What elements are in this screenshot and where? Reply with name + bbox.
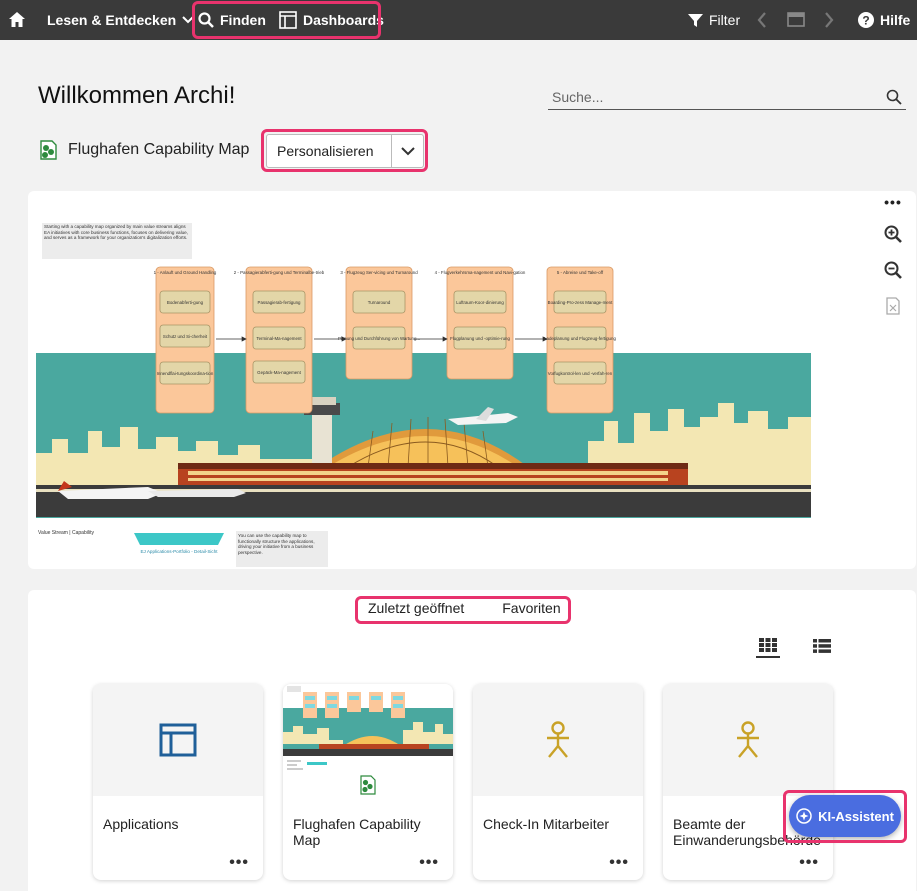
zoom-in-icon[interactable] [884,225,902,243]
ai-assistant-button[interactable]: KI-Assistent [789,795,901,837]
person-icon [737,721,759,758]
capability-map-icon [40,140,57,160]
capability-label: Bodenabferti-gung [167,300,204,305]
stream-title: 1 - Anlauft und Ground Handling [154,270,217,275]
capability-label: Ladeplanung und Flugzeug-fertigung [544,336,616,341]
window-icon[interactable] [787,12,805,32]
home-icon[interactable] [8,11,26,33]
svg-text:?: ? [862,14,869,28]
dashboard-title: Flughafen Capability Map [68,141,250,158]
help-icon: ? [858,12,874,28]
capability-map-canvas[interactable]: Starting with a capability map organized… [28,191,916,569]
view-toggle [756,634,834,658]
help-button[interactable]: ? Hilfe [858,12,910,28]
person-icon [547,721,569,758]
help-button-label: Hilfe [880,12,911,28]
dashboards-button[interactable]: Dashboards [279,11,384,29]
capability-label: Boarding-Pro-zess Manage-ment [548,300,613,305]
map-legend: Value Stream | Capability [38,530,94,536]
capability-label: Passagierab-fertigung [258,300,302,305]
grid-icon [759,638,777,652]
card-thumbnail [473,684,643,796]
chevron-left-icon[interactable] [757,12,767,33]
more-options-icon[interactable]: ••• [799,854,819,872]
top-navigation-bar: Lesen & Entdecken Finden Dashboards Filt… [0,0,917,40]
card-check-in-mitarbeiter[interactable]: Check-In Mitarbeiter ••• [473,684,643,880]
stream-title: 2 - Passagierabferti-gung und Terminalbe… [234,270,325,275]
chevron-right-icon[interactable] [824,12,834,33]
filter-button[interactable]: Filter [688,12,740,28]
sparkle-icon [796,808,812,824]
capability-label: Flugplanung und -optimie-rung [450,336,510,341]
fit-to-page-icon[interactable] [885,297,901,315]
search-icon [198,12,214,28]
card-thumbnail [93,684,263,796]
portfolio-link[interactable]: EJ Applications-Portfolio - Detail-Sicht [140,549,218,554]
dashboard-layout-icon [279,11,297,29]
capability-map-panel: Starting with a capability map organized… [28,191,916,569]
more-options-icon[interactable]: ••• [884,195,902,209]
capability-label: Turnaround [368,300,391,305]
more-options-icon[interactable]: ••• [419,854,439,872]
capability-label: Gepäck-Ma-nagement [257,370,301,375]
list-view-button[interactable] [810,634,834,658]
explore-menu[interactable]: Lesen & Entdecken [47,12,194,28]
map-note-text: You can use the capability map to functi… [238,533,315,555]
search-box [548,84,906,110]
chevron-down-icon[interactable] [391,135,423,167]
tab-favorites[interactable]: Favoriten [502,600,560,616]
zoom-out-icon[interactable] [884,261,902,279]
filter-button-label: Filter [709,12,741,28]
capability-label: Vorfugkontrol-len und -verfah-ren [548,371,613,376]
list-icon [813,639,831,653]
find-button-label: Finden [220,12,266,28]
capability-label: Innendflai-tungskoordina-tion [157,371,214,376]
map-toolbar: ••• [880,191,906,315]
capability-label: Luftraum-Koor-dinierung [456,300,504,305]
recent-tabs: Zuletzt geöffnet Favoriten [368,600,561,616]
capability-label: Schutz und Si-cherheit [163,334,208,339]
map-intro-text: Starting with a capability map organized… [44,224,189,241]
search-icon[interactable] [886,89,902,105]
dashboard-layout-icon [159,723,197,757]
dashboard-header: Flughafen Capability Map [38,140,249,160]
card-flughafen-capability-map[interactable]: Flughafen Capability Map ••• [283,684,453,880]
card-title: Flughafen Capability Map [293,816,421,848]
ai-assistant-label: KI-Assistent [818,808,894,824]
grid-view-button[interactable] [756,634,780,658]
chevron-down-icon [182,16,194,24]
page-title: Willkommen Archi! [38,82,236,109]
tab-recently-opened[interactable]: Zuletzt geöffnet [368,600,464,616]
card-applications[interactable]: Applications ••• [93,684,263,880]
personalize-label: Personalisieren [277,143,374,159]
filter-icon [688,13,703,27]
more-options-icon[interactable]: ••• [229,854,249,872]
stream-title: 5 - Abreise und Take-off [557,270,604,275]
more-options-icon[interactable]: ••• [609,854,629,872]
card-title: Applications [103,816,179,832]
capability-label: Planung und Durchführung von Wartung... [338,336,420,341]
personalize-dropdown[interactable]: Personalisieren [266,134,424,168]
stream-title: 3 - Flugzeug Ser-vicing und Turnaround [340,270,418,275]
explore-menu-label: Lesen & Entdecken [47,12,177,28]
stream-title: 4 - Flugverkehrsma-nagement und Navi-gat… [435,270,526,275]
capability-map-thumbnail [283,686,453,795]
capability-label: Terminal-Ma-nagement [256,336,302,341]
card-title: Check-In Mitarbeiter [483,816,610,832]
find-button[interactable]: Finden [198,12,266,28]
search-input[interactable] [548,88,848,105]
card-beamte-der-einwanderungsbehoerde[interactable]: Beamte der Einwanderungsbehörde ••• [663,684,833,880]
card-thumbnail [663,684,833,796]
card-thumbnail [283,684,453,796]
dashboards-button-label: Dashboards [303,12,384,28]
